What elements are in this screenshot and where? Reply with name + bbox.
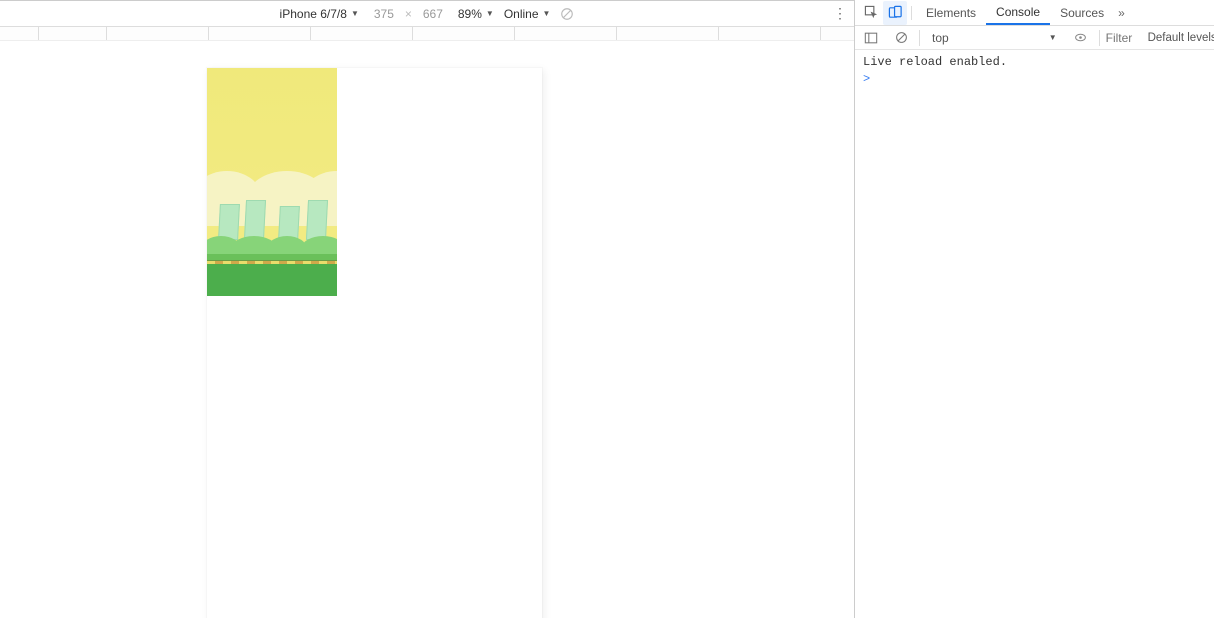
- throttle-selector[interactable]: Online ▼: [504, 7, 551, 21]
- chevron-down-icon: ▼: [1049, 33, 1057, 42]
- game-canvas: [207, 68, 337, 296]
- chevron-down-icon: ▼: [351, 9, 359, 18]
- live-expression-icon[interactable]: [1069, 26, 1093, 50]
- toggle-device-icon[interactable]: [883, 1, 907, 25]
- prompt-caret-icon: >: [863, 72, 870, 86]
- device-width-input[interactable]: 375: [369, 7, 399, 21]
- console-toolbar: top ▼ Default levels ▼: [855, 26, 1214, 50]
- levels-label: Default levels: [1148, 32, 1214, 44]
- console-levels-selector[interactable]: Default levels ▼: [1148, 32, 1214, 44]
- tab-sources[interactable]: Sources: [1050, 0, 1114, 25]
- console-filter-input[interactable]: [1106, 31, 1142, 45]
- device-toolbar: iPhone 6/7/8 ▼ 375 × 667 89% ▼ Online ▼ …: [0, 1, 854, 27]
- device-height-input[interactable]: 667: [418, 7, 448, 21]
- console-message-row: Live reload enabled. (ind: [855, 54, 1214, 70]
- console-context-selector[interactable]: top ▼: [926, 31, 1063, 45]
- tab-console[interactable]: Console: [986, 0, 1050, 25]
- device-emulator-pane: iPhone 6/7/8 ▼ 375 × 667 89% ▼ Online ▼ …: [0, 0, 854, 618]
- zoom-selector[interactable]: 89% ▼: [458, 7, 494, 21]
- device-selector[interactable]: iPhone 6/7/8 ▼: [280, 7, 359, 21]
- devtools-pane: Elements Console Sources » top ▼ Default…: [854, 0, 1214, 618]
- chevron-down-icon: ▼: [543, 9, 551, 18]
- console-sidebar-toggle-icon[interactable]: [859, 26, 883, 50]
- dimension-separator: ×: [405, 7, 412, 21]
- viewport-area: 39手游网: [0, 41, 854, 618]
- clear-console-icon[interactable]: [889, 26, 913, 50]
- kebab-menu-icon[interactable]: ⋮: [833, 5, 846, 22]
- tabs-overflow-icon[interactable]: »: [1118, 6, 1125, 20]
- tab-label: Console: [996, 5, 1040, 19]
- tab-label: Elements: [926, 6, 976, 20]
- ruler: [0, 27, 854, 41]
- device-dimensions: 375 × 667: [369, 7, 448, 21]
- device-label: iPhone 6/7/8: [280, 7, 347, 21]
- console-message-text: Live reload enabled.: [863, 55, 1007, 69]
- console-prompt[interactable]: >: [855, 70, 1214, 88]
- throttle-label: Online: [504, 7, 539, 21]
- inspect-element-icon[interactable]: [859, 1, 883, 25]
- tab-label: Sources: [1060, 6, 1104, 20]
- devtools-tab-bar: Elements Console Sources »: [855, 0, 1214, 26]
- device-frame[interactable]: 39手游网: [207, 68, 542, 618]
- rotate-icon[interactable]: [560, 7, 574, 21]
- chevron-down-icon: ▼: [486, 9, 494, 18]
- context-label: top: [932, 31, 949, 45]
- tab-elements[interactable]: Elements: [916, 0, 986, 25]
- console-body[interactable]: Live reload enabled. (ind >: [855, 50, 1214, 618]
- zoom-label: 89%: [458, 7, 482, 21]
